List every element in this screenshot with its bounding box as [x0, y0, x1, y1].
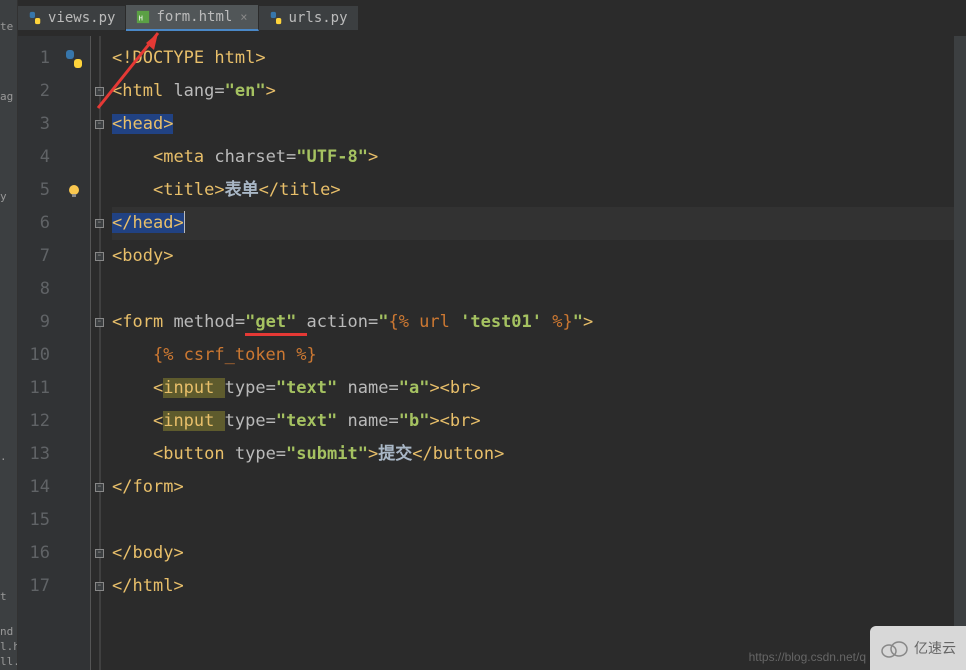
line-number: 1 — [18, 42, 50, 75]
code-line: <html lang="en"> — [112, 75, 966, 108]
python-file-icon — [64, 49, 84, 69]
line-number: 15 — [18, 504, 50, 537]
code-line: </html> — [112, 570, 966, 603]
code-line: <form method="get" action="{% url 'test0… — [112, 306, 966, 339]
cloud-icon — [880, 638, 908, 658]
tab-label: form.html — [156, 9, 232, 25]
sidebar-text: nd — [0, 625, 13, 638]
code-line: <head> — [112, 108, 966, 141]
line-number: 14 — [18, 471, 50, 504]
tab-views[interactable]: views.py — [18, 6, 126, 30]
code-line: <button type="submit">提交</button> — [112, 438, 966, 471]
code-line: </form> — [112, 471, 966, 504]
sidebar-text: y — [0, 190, 7, 203]
sidebar-text: ag — [0, 90, 13, 103]
code-line: {% csrf_token %} — [112, 339, 966, 372]
code-line: <input type="text" name="b"><br> — [112, 405, 966, 438]
fold-toggle[interactable] — [95, 252, 104, 261]
python-icon — [269, 11, 283, 25]
code-line — [112, 273, 966, 306]
code-line: <body> — [112, 240, 966, 273]
line-number: 4 — [18, 141, 50, 174]
line-number: 8 — [18, 273, 50, 306]
code-line: </head> — [112, 207, 966, 240]
line-number: 13 — [18, 438, 50, 471]
code-line: <meta charset="UTF-8"> — [112, 141, 966, 174]
fold-toggle[interactable] — [95, 582, 104, 591]
tab-label: urls.py — [289, 10, 348, 26]
code-line: <!DOCTYPE html> — [112, 42, 966, 75]
code-line — [112, 504, 966, 537]
line-number: 16 — [18, 537, 50, 570]
line-number: 11 — [18, 372, 50, 405]
vertical-scrollbar[interactable] — [954, 36, 966, 670]
fold-toggle[interactable] — [95, 549, 104, 558]
line-number: 3 — [18, 108, 50, 141]
tab-form[interactable]: H form.html × — [126, 5, 258, 31]
watermark-corner: 亿速云 — [870, 626, 966, 670]
line-number: 12 — [18, 405, 50, 438]
python-icon — [28, 11, 42, 25]
fold-toggle[interactable] — [95, 318, 104, 327]
editor-tabs: views.py H form.html × urls.py — [18, 4, 359, 32]
sidebar-text: te — [0, 20, 13, 33]
fold-gutter — [90, 36, 108, 670]
html-icon: H — [136, 10, 150, 24]
tab-label: views.py — [48, 10, 115, 26]
line-number-gutter: 1 2 3 4 5 6 7 8 9 10 11 12 13 14 15 16 1… — [18, 36, 58, 670]
code-line: </body> — [112, 537, 966, 570]
line-number: 6 — [18, 207, 50, 240]
sidebar-text: l.h — [0, 640, 18, 653]
sidebar-text: . — [0, 450, 7, 463]
line-number: 5 — [18, 174, 50, 207]
watermark-url: https://blog.csdn.net/q — [749, 650, 866, 664]
code-editor[interactable]: 1 2 3 4 5 6 7 8 9 10 11 12 13 14 15 16 1… — [18, 36, 966, 670]
fold-toggle[interactable] — [95, 87, 104, 96]
icon-gutter — [58, 36, 90, 670]
fold-toggle[interactable] — [95, 483, 104, 492]
text-caret — [184, 211, 185, 233]
tab-urls[interactable]: urls.py — [259, 6, 359, 30]
code-content[interactable]: <!DOCTYPE html> <html lang="en"> <head> … — [108, 36, 966, 670]
svg-text:H: H — [139, 15, 143, 23]
lightbulb-icon[interactable] — [67, 184, 81, 198]
code-line: <title>表单</title> — [112, 174, 966, 207]
close-icon[interactable]: × — [240, 10, 247, 24]
fold-toggle[interactable] — [95, 219, 104, 228]
line-number: 17 — [18, 570, 50, 603]
line-number: 2 — [18, 75, 50, 108]
project-sidebar[interactable]: te ag y . t nd l.h ll. — [0, 0, 18, 670]
sidebar-text: ll. — [0, 655, 18, 668]
fold-toggle[interactable] — [95, 120, 104, 129]
code-line: <input type="text" name="a"><br> — [112, 372, 966, 405]
sidebar-text: t — [0, 590, 7, 603]
line-number: 7 — [18, 240, 50, 273]
line-number: 10 — [18, 339, 50, 372]
line-number: 9 — [18, 306, 50, 339]
watermark-text: 亿速云 — [914, 638, 956, 658]
